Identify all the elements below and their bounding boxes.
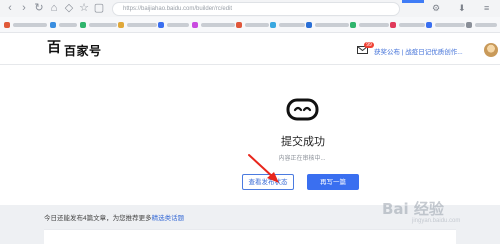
back-icon[interactable]: ‹ bbox=[4, 2, 16, 14]
star-icon[interactable]: ☆ bbox=[78, 2, 90, 14]
notification-badge: 99 bbox=[364, 42, 374, 48]
download-icon[interactable]: ⬇ bbox=[458, 3, 466, 14]
bookmark-item[interactable] bbox=[350, 21, 389, 28]
bookmark-item[interactable] bbox=[192, 21, 235, 28]
forward-icon[interactable]: › bbox=[18, 2, 30, 14]
bookmarks-bar bbox=[0, 17, 500, 33]
write-again-button[interactable]: 再写一篇 bbox=[307, 174, 359, 190]
avatar[interactable] bbox=[484, 43, 498, 57]
extension-icon[interactable]: ⚙ bbox=[432, 3, 440, 14]
bookmark-item[interactable] bbox=[466, 21, 497, 28]
success-title: 提交成功 bbox=[281, 136, 325, 148]
browser-toolbar: ‹ › ↻ ⌂ ◇ ☆ ▢ https://baijiahao.baidu.co… bbox=[0, 0, 500, 18]
site-header: 百 百家号 99 获奖公布 | 战疫日记优质创作... bbox=[0, 33, 500, 65]
active-tab-indicator bbox=[402, 0, 424, 3]
announcement-link[interactable]: 获奖公布 | 战疫日记优质创作... bbox=[374, 46, 463, 56]
recommend-text: 今日还能发布4篇文章，为您推荐更多精选类话题 bbox=[44, 212, 184, 222]
bookmark-item[interactable] bbox=[236, 21, 269, 28]
bookmark-item[interactable] bbox=[158, 21, 189, 28]
bookmark-item[interactable] bbox=[270, 21, 305, 28]
watermark: Bai 经验 jingyan.baidu.com bbox=[382, 190, 494, 230]
bookmark-item[interactable] bbox=[4, 21, 47, 28]
logo-icon[interactable]: 百 bbox=[47, 41, 61, 55]
recommend-prefix: 今日还能发布4篇文章，为您推荐更多 bbox=[44, 215, 152, 222]
tab-icon[interactable]: ▢ bbox=[93, 2, 105, 14]
red-arrow-annotation bbox=[248, 154, 279, 183]
bookmark-item[interactable] bbox=[80, 21, 117, 28]
bookmark-item[interactable] bbox=[390, 21, 425, 28]
url-text[interactable]: https://baijiahao.baidu.com/builder/rc/e… bbox=[123, 3, 232, 15]
bookmark-item[interactable] bbox=[118, 21, 157, 28]
watermark-url: jingyan.baidu.com bbox=[412, 218, 461, 224]
logo-text[interactable]: 百家号 bbox=[64, 42, 102, 59]
menu-icon[interactable]: ≡ bbox=[484, 3, 489, 13]
shield-icon[interactable]: ◇ bbox=[63, 2, 75, 14]
bookmark-item[interactable] bbox=[426, 21, 465, 28]
smile-face-icon bbox=[286, 98, 319, 121]
bookmark-item[interactable] bbox=[306, 21, 349, 28]
home-icon[interactable]: ⌂ bbox=[48, 2, 60, 14]
featured-topics-link[interactable]: 精选类话题 bbox=[152, 215, 185, 222]
topic-list-card bbox=[44, 229, 456, 244]
watermark-text: Bai 经验 bbox=[382, 200, 444, 218]
refresh-icon[interactable]: ↻ bbox=[33, 2, 45, 14]
bookmark-item[interactable] bbox=[50, 21, 77, 28]
address-bar[interactable]: https://baijiahao.baidu.com/builder/rc/e… bbox=[112, 2, 400, 16]
